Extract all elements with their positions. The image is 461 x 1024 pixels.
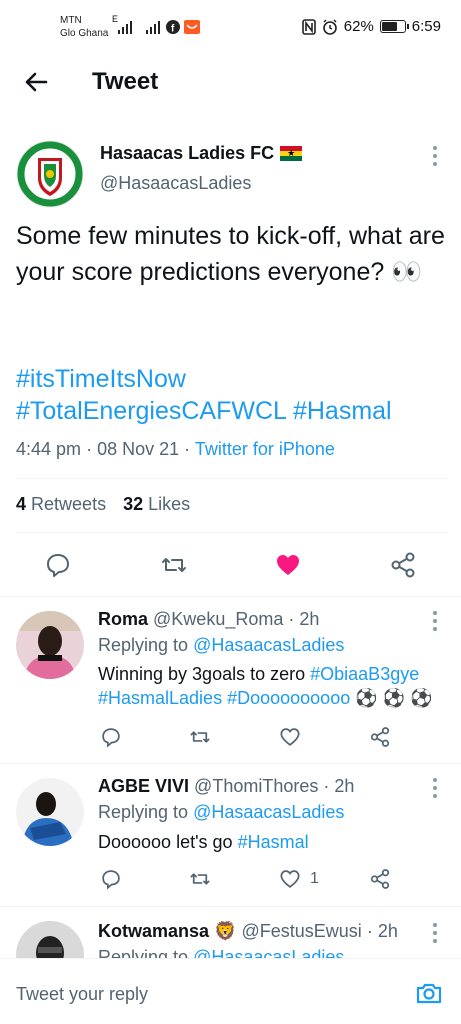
replying-prefix: Replying to bbox=[98, 802, 189, 822]
reply-age: 2h bbox=[377, 921, 398, 941]
liked-heart-icon[interactable] bbox=[274, 551, 302, 579]
replying-prefix: Replying to bbox=[98, 947, 189, 958]
hashtag-link[interactable]: #Doooooooooo bbox=[227, 688, 350, 708]
more-options-icon[interactable] bbox=[432, 923, 438, 947]
carrier-info: MTN Glo Ghana bbox=[60, 14, 108, 40]
reply-avatar[interactable] bbox=[16, 921, 84, 958]
tweet-time: 4:44 pm bbox=[16, 439, 82, 459]
tweet-source-link[interactable]: Twitter for iPhone bbox=[195, 439, 335, 459]
replying-to: Replying to @HasaacasLadies bbox=[98, 947, 344, 958]
carrier-2: Glo Ghana bbox=[60, 28, 109, 39]
author-name-text[interactable]: Hasaacas Ladies FC bbox=[100, 143, 274, 164]
replying-to: Replying to @HasaacasLadies bbox=[98, 635, 344, 656]
retweet-icon[interactable] bbox=[189, 726, 211, 748]
retweets-count: 4 bbox=[16, 494, 27, 514]
divider bbox=[16, 532, 446, 533]
retweets-stat[interactable]: 4 Retweets bbox=[16, 494, 106, 514]
author-avatar[interactable] bbox=[16, 140, 84, 208]
like-icon[interactable] bbox=[279, 868, 301, 890]
retweets-label: Retweets bbox=[31, 494, 107, 514]
more-options-icon[interactable] bbox=[432, 611, 438, 635]
likes-count: 32 bbox=[123, 494, 144, 514]
reply-icon[interactable] bbox=[100, 726, 122, 748]
reply-text-line2: #HasmalLadies #Doooooooooo ⚽ ⚽ ⚽ bbox=[98, 688, 432, 709]
facebook-icon: f bbox=[166, 20, 180, 34]
reply-text: Winning by 3goals to zero bbox=[98, 664, 306, 684]
more-options-icon[interactable] bbox=[432, 146, 438, 170]
like-count: 1 bbox=[310, 870, 319, 887]
reply-author-name[interactable]: Roma bbox=[98, 609, 148, 629]
reply-avatar[interactable] bbox=[16, 778, 84, 846]
reply-header: Roma @Kweku_Roma · 2h bbox=[98, 609, 320, 629]
battery-icon bbox=[379, 20, 409, 33]
ghana-flag-icon: ★ bbox=[280, 146, 303, 161]
clock: 6:59 bbox=[411, 18, 441, 35]
replying-to-link[interactable]: @HasaacasLadies bbox=[193, 635, 344, 655]
signal-icon-2 bbox=[146, 20, 160, 34]
reply-author-handle[interactable]: @ThomiThores bbox=[194, 776, 318, 796]
app-notification-icon bbox=[184, 20, 200, 34]
camera-icon[interactable] bbox=[415, 979, 443, 1007]
reply-author-name[interactable]: AGBE VIVI bbox=[98, 776, 189, 796]
likes-stat[interactable]: 32 Likes bbox=[123, 494, 190, 514]
status-right: 62% 6:59 bbox=[301, 18, 441, 35]
reply-author-handle[interactable]: @FestusEwusi bbox=[242, 921, 362, 941]
likes-label: Likes bbox=[148, 494, 191, 514]
hashtag-link[interactable]: #itsTimeItsNow bbox=[16, 363, 456, 395]
author-name[interactable]: Hasaacas Ladies FC ★ bbox=[100, 143, 303, 164]
reply-icon[interactable] bbox=[44, 551, 72, 579]
reply-text-line1: Doooooo let's go #Hasmal bbox=[98, 832, 309, 853]
reply-avatar[interactable] bbox=[16, 611, 84, 679]
reply-item[interactable]: AGBE VIVI @ThomiThores · 2h Replying to … bbox=[0, 764, 461, 906]
share-icon[interactable] bbox=[369, 726, 391, 748]
reply-age: 2h bbox=[299, 609, 320, 629]
divider bbox=[16, 478, 446, 479]
replying-to-link[interactable]: @HasaacasLadies bbox=[193, 802, 344, 822]
hashtag-link[interactable]: #TotalEnergiesCAFWCL #Hasmal bbox=[16, 395, 456, 427]
replying-to: Replying to @HasaacasLadies bbox=[98, 802, 344, 823]
alarm-icon bbox=[322, 18, 337, 35]
like-icon[interactable] bbox=[279, 726, 301, 748]
top-app-bar: Tweet bbox=[0, 52, 461, 112]
share-icon[interactable] bbox=[369, 868, 391, 890]
reply-item[interactable]: Roma @Kweku_Roma · 2h Replying to @Hasaa… bbox=[0, 597, 461, 763]
tweet-hashtags: #itsTimeItsNow #TotalEnergiesCAFWCL #Has… bbox=[16, 363, 456, 427]
battery-percent: 62% bbox=[343, 18, 374, 35]
reply-icon[interactable] bbox=[100, 868, 122, 890]
signal-icon-1 bbox=[118, 20, 132, 34]
soccer-ball-emoji: ⚽ ⚽ ⚽ bbox=[355, 688, 433, 708]
reply-header: AGBE VIVI @ThomiThores · 2h bbox=[98, 776, 355, 796]
status-bar: MTN Glo Ghana E f 62% 6:59 bbox=[0, 0, 461, 52]
retweet-icon[interactable] bbox=[160, 551, 188, 579]
back-arrow-icon[interactable] bbox=[22, 68, 50, 96]
tweet-actions bbox=[0, 545, 461, 585]
reply-header: Kotwamansa 🦁 @FestusEwusi · 2h bbox=[98, 921, 398, 941]
share-icon[interactable] bbox=[389, 551, 417, 579]
reply-text: Doooooo let's go bbox=[98, 832, 233, 852]
reply-author-name[interactable]: Kotwamansa bbox=[98, 921, 209, 941]
reply-input[interactable]: Tweet your reply bbox=[16, 984, 148, 1005]
reply-author-handle[interactable]: @Kweku_Roma bbox=[153, 609, 283, 629]
carrier-1: MTN bbox=[60, 15, 82, 26]
hashtag-link[interactable]: #HasmalLadies bbox=[98, 688, 222, 708]
lion-emoji: 🦁 bbox=[214, 921, 237, 941]
hashtag-link[interactable]: #Hasmal bbox=[238, 832, 309, 852]
retweet-icon[interactable] bbox=[189, 868, 211, 890]
tweet-stats: 4 Retweets 32 Likes bbox=[16, 494, 190, 515]
reply-age: 2h bbox=[334, 776, 355, 796]
tweet-meta: 4:44 pm · 08 Nov 21 · Twitter for iPhone bbox=[16, 439, 335, 459]
reply-composer[interactable]: Tweet your reply bbox=[0, 958, 461, 1024]
reply-item[interactable]: Kotwamansa 🦁 @FestusEwusi · 2h Replying … bbox=[0, 907, 461, 958]
replying-to-link[interactable]: @HasaacasLadies bbox=[193, 947, 344, 958]
tweet-date: 08 Nov 21 bbox=[97, 439, 180, 459]
nfc-icon bbox=[301, 18, 316, 35]
more-options-icon[interactable] bbox=[432, 778, 438, 802]
page-title: Tweet bbox=[92, 68, 159, 95]
reply-text-line1: Winning by 3goals to zero #ObiaaB3gye bbox=[98, 664, 419, 685]
replying-prefix: Replying to bbox=[98, 635, 189, 655]
author-handle[interactable]: @HasaacasLadies bbox=[100, 173, 251, 194]
hashtag-link[interactable]: #ObiaaB3gye bbox=[310, 664, 419, 684]
tweet-text: Some few minutes to kick-off, what are y… bbox=[16, 222, 445, 286]
